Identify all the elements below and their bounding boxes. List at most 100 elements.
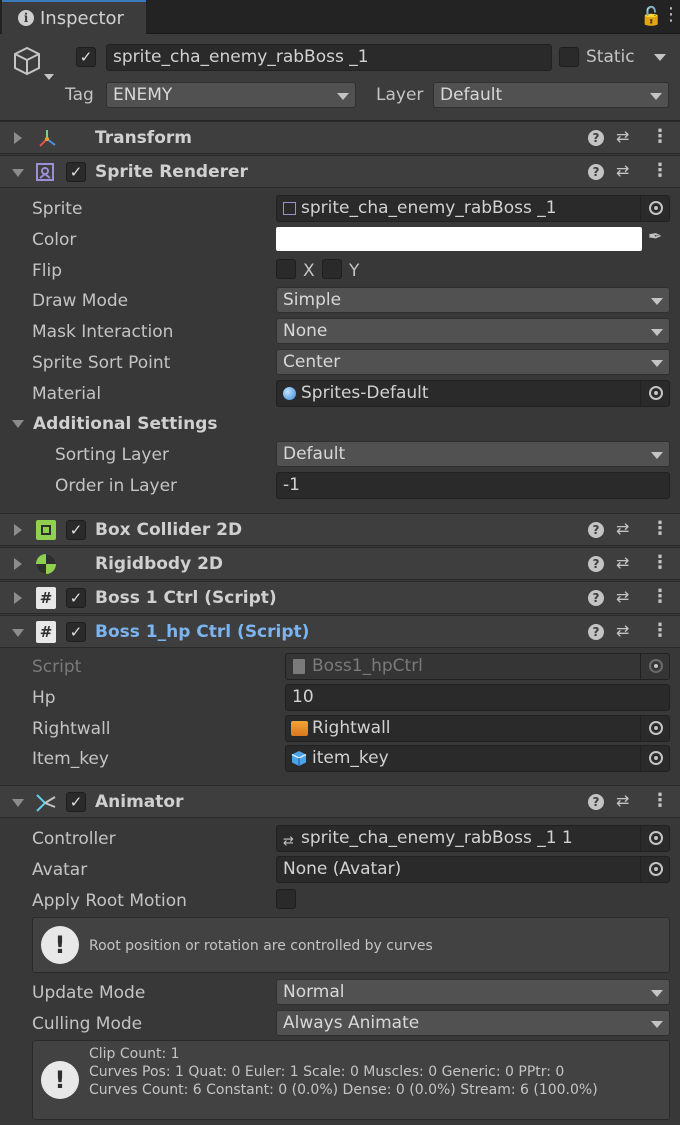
- component-menu-icon[interactable]: ⋮: [651, 160, 669, 181]
- sort-point-dropdown[interactable]: Center: [276, 349, 670, 375]
- object-picker-icon[interactable]: [649, 201, 663, 215]
- enabled-checkbox[interactable]: ✓: [66, 520, 86, 540]
- order-in-layer-field[interactable]: -1: [276, 472, 670, 499]
- update-mode-label: Update Mode: [32, 983, 146, 1003]
- object-picker-icon[interactable]: [649, 386, 663, 400]
- sprite-renderer-icon: [36, 163, 54, 181]
- foldout-collapsed-icon[interactable]: [14, 132, 22, 144]
- object-picker-icon[interactable]: [649, 721, 663, 735]
- help-icon[interactable]: ?: [588, 590, 604, 606]
- mask-interaction-dropdown[interactable]: None: [276, 318, 670, 344]
- object-picker-icon[interactable]: [649, 831, 663, 845]
- enabled-checkbox[interactable]: ✓: [66, 792, 86, 812]
- object-field-separator: [640, 857, 641, 882]
- item-key-field[interactable]: item_key: [285, 745, 670, 772]
- flip-x-checkbox[interactable]: [276, 259, 296, 279]
- transform-axis-icon: [39, 130, 56, 147]
- presets-icon[interactable]: ⇄: [616, 127, 629, 146]
- foldout-expanded-icon[interactable]: [12, 420, 24, 428]
- presets-icon[interactable]: ⇄: [616, 161, 629, 180]
- item-key-value: item_key: [312, 748, 389, 768]
- object-field-separator: [640, 716, 641, 741]
- help-icon[interactable]: ?: [588, 130, 604, 146]
- help-icon[interactable]: ?: [588, 522, 604, 538]
- presets-icon[interactable]: ⇄: [616, 791, 629, 810]
- object-picker-icon[interactable]: [649, 862, 663, 876]
- chevron-down-icon: [650, 93, 662, 100]
- boss-hp-ctrl-header[interactable]: # ✓ Boss 1_hp Ctrl (Script) ? ⇄ ⋮: [0, 615, 680, 648]
- lock-icon[interactable]: 🔓: [640, 6, 662, 27]
- enabled-checkbox[interactable]: ✓: [66, 588, 86, 608]
- component-menu-icon[interactable]: ⋮: [651, 620, 669, 641]
- sorting-layer-dropdown[interactable]: Default: [276, 441, 670, 467]
- static-checkbox[interactable]: [559, 47, 579, 67]
- flip-y-checkbox[interactable]: [322, 259, 342, 279]
- rigidbody-header[interactable]: Rigidbody 2D ? ⇄ ⋮: [0, 547, 680, 580]
- sorting-layer-label: Sorting Layer: [55, 445, 169, 465]
- chevron-down-icon: [337, 93, 349, 100]
- additional-settings-foldout[interactable]: Additional Settings: [33, 414, 218, 434]
- component-menu-icon[interactable]: ⋮: [651, 586, 669, 607]
- sprite-renderer-header[interactable]: ✓ Sprite Renderer ? ⇄ ⋮: [0, 155, 680, 188]
- culling-mode-label: Culling Mode: [32, 1014, 143, 1034]
- object-name-field[interactable]: sprite_cha_enemy_rabBoss _1: [106, 44, 552, 71]
- presets-icon[interactable]: ⇄: [616, 553, 629, 572]
- active-checkbox[interactable]: ✓: [76, 47, 96, 67]
- enabled-checkbox[interactable]: ✓: [66, 622, 86, 642]
- boss-ctrl-header[interactable]: # ✓ Boss 1 Ctrl (Script) ? ⇄ ⋮: [0, 581, 680, 614]
- object-picker-icon[interactable]: [649, 751, 663, 765]
- flip-y-label: Y: [349, 261, 360, 281]
- draw-mode-dropdown[interactable]: Simple: [276, 287, 670, 313]
- foldout-expanded-icon[interactable]: [12, 629, 24, 637]
- component-menu-icon[interactable]: ⋮: [651, 126, 669, 147]
- tag-dropdown[interactable]: ENEMY: [106, 82, 356, 108]
- culling-mode-dropdown[interactable]: Always Animate: [276, 1010, 670, 1036]
- help-icon[interactable]: ?: [588, 164, 604, 180]
- component-menu-icon[interactable]: ⋮: [651, 790, 669, 811]
- object-field-separator: [640, 746, 641, 771]
- controller-field[interactable]: ⇄ sprite_cha_enemy_rabBoss _1 1: [276, 825, 670, 852]
- component-menu-icon[interactable]: ⋮: [651, 518, 669, 539]
- component-title: Box Collider 2D: [95, 520, 243, 540]
- box-collider-header[interactable]: ✓ Box Collider 2D ? ⇄ ⋮: [0, 513, 680, 546]
- foldout-collapsed-icon[interactable]: [14, 592, 22, 604]
- apply-root-motion-checkbox[interactable]: [276, 889, 296, 909]
- help-icon[interactable]: ?: [588, 556, 604, 572]
- foldout-expanded-icon[interactable]: [12, 169, 24, 177]
- object-field-separator: [640, 196, 641, 221]
- hp-field[interactable]: 10: [285, 684, 670, 711]
- eyedropper-icon[interactable]: ✒: [648, 227, 662, 247]
- tag-label: Tag: [65, 85, 94, 105]
- animator-icon: [36, 794, 56, 812]
- component-title: Sprite Renderer: [95, 162, 248, 182]
- rigidbody-icon: [36, 554, 56, 574]
- update-mode-dropdown[interactable]: Normal: [276, 979, 670, 1005]
- component-menu-icon[interactable]: ⋮: [651, 552, 669, 573]
- draw-mode-value: Simple: [283, 290, 342, 310]
- layer-value: Default: [440, 85, 503, 105]
- avatar-field[interactable]: None (Avatar): [276, 856, 670, 883]
- enabled-checkbox[interactable]: ✓: [66, 162, 86, 182]
- material-sphere-icon: [283, 387, 296, 400]
- sprite-field[interactable]: sprite_cha_enemy_rabBoss _1: [276, 195, 670, 222]
- foldout-collapsed-icon[interactable]: [14, 524, 22, 536]
- tab-inspector[interactable]: i Inspector: [2, 0, 146, 34]
- material-field[interactable]: Sprites-Default: [276, 380, 670, 407]
- more-options-icon[interactable]: ⋮: [662, 4, 680, 25]
- help-icon[interactable]: ?: [588, 624, 604, 640]
- animator-controller-icon: ⇄: [283, 834, 294, 849]
- presets-icon[interactable]: ⇄: [616, 519, 629, 538]
- component-title: Boss 1 Ctrl (Script): [95, 588, 277, 608]
- presets-icon[interactable]: ⇄: [616, 621, 629, 640]
- color-swatch[interactable]: [276, 227, 642, 251]
- help-icon[interactable]: ?: [588, 794, 604, 810]
- icon-dropdown-icon[interactable]: [44, 74, 54, 80]
- transform-header[interactable]: Transform ? ⇄ ⋮: [0, 121, 680, 154]
- layer-dropdown[interactable]: Default: [433, 82, 669, 108]
- presets-icon[interactable]: ⇄: [616, 587, 629, 606]
- static-dropdown-icon[interactable]: [654, 54, 666, 61]
- rightwall-field[interactable]: Rightwall: [285, 715, 670, 742]
- foldout-expanded-icon[interactable]: [12, 799, 24, 807]
- foldout-collapsed-icon[interactable]: [14, 558, 22, 570]
- animator-header[interactable]: ✓ Animator ? ⇄ ⋮: [0, 785, 680, 818]
